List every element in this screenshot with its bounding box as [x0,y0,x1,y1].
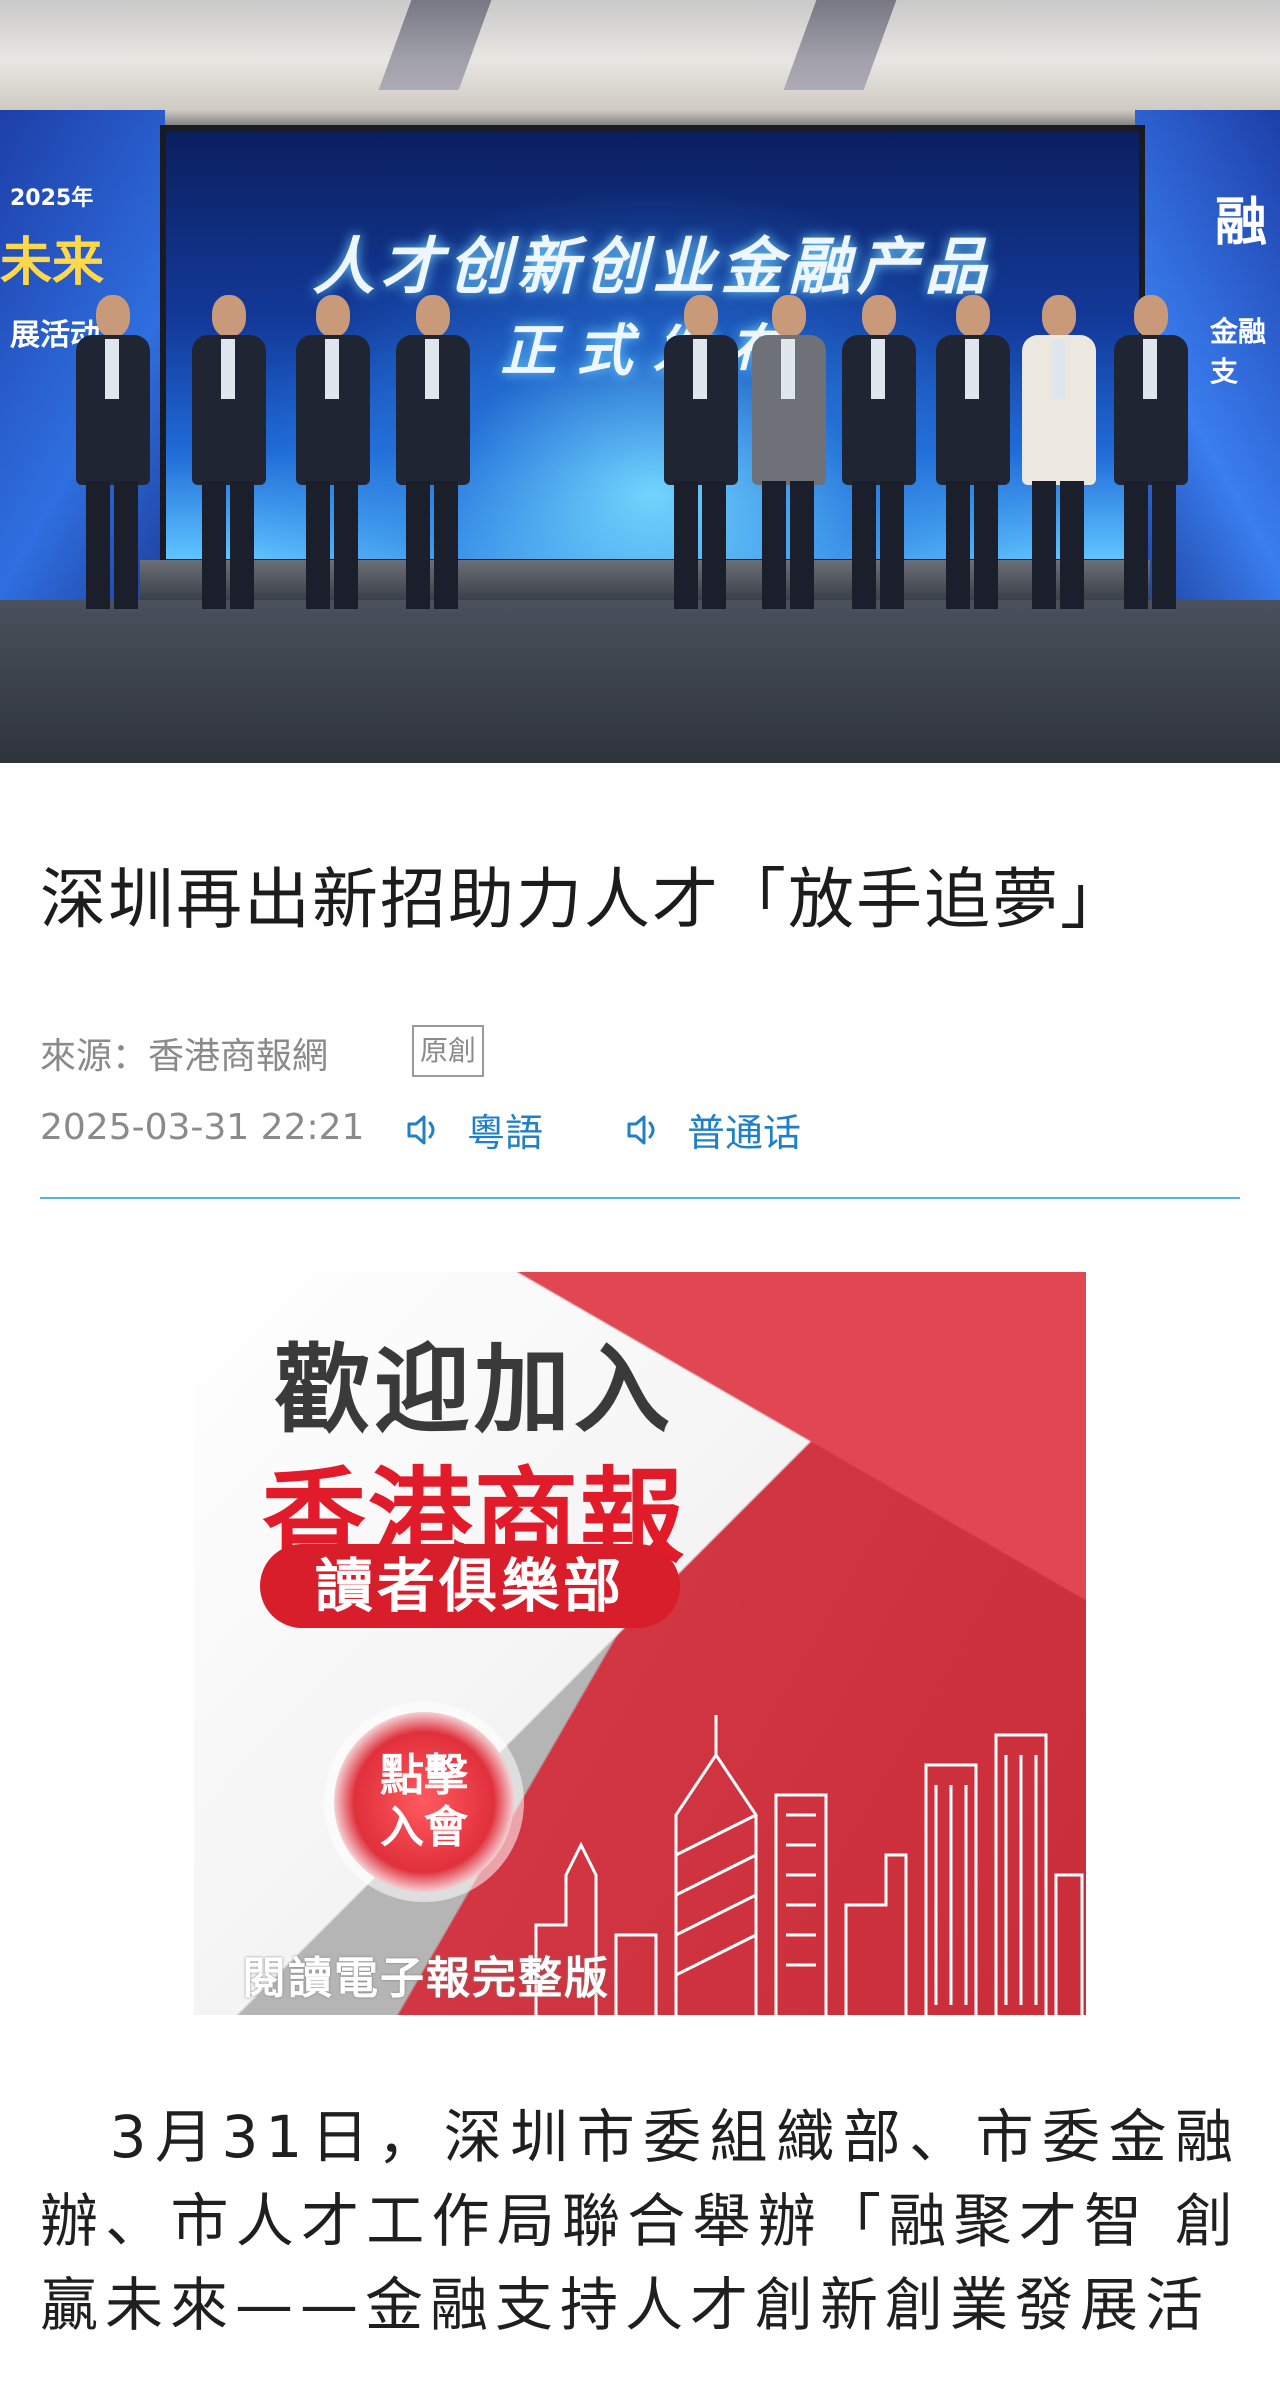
person [292,295,372,615]
ceiling-light [378,0,492,90]
join-label-line2: 入會 [380,1802,468,1853]
article-title: 深圳再出新招助力人才「放手追夢」 [40,861,1128,938]
person [188,295,268,615]
person [748,295,828,615]
banner-ebook-link[interactable]: 閱讀電子報完整版 [242,1942,610,2006]
speaker-icon [627,1115,655,1144]
banner-welcome-text: 歡迎加入 [274,1334,674,1446]
join-button[interactable]: 點擊 入會 [334,1712,514,1892]
article-source: 來源：香港商報網 [40,1036,329,1077]
original-badge: 原創 [412,1025,484,1077]
right-backdrop-text: 融 [1215,193,1268,253]
person [932,295,1012,615]
ceiling-light [783,0,897,90]
left-backdrop-text: 未来 [0,233,105,293]
audio-cantonese-label: 粵語 [467,1111,544,1155]
left-backdrop-small: 2025年 [10,186,94,211]
screen-headline: 人才创新创业金融产品 [312,230,993,303]
meta-divider [40,1197,1240,1199]
banner-club-pill: 讀者俱樂部 [260,1544,680,1628]
audio-cantonese-button[interactable]: 粵語 [405,1102,543,1157]
floor [0,600,1280,763]
speaker-icon [407,1115,435,1144]
right-backdrop-sub: 金融支 [1210,315,1267,388]
audio-mandarin-button[interactable]: 普通话 [625,1102,801,1157]
person [72,295,152,615]
person [1110,295,1190,615]
person [660,295,740,615]
hero-photo: 2025年 未来 展活动 融 金融支 人才创新创业金融产品 正式发布 [0,0,1280,763]
article-datetime: 2025-03-31 22:21 [40,1107,365,1148]
article-body: 3月31日，深圳市委組織部、市委金融辦、市人才工作局聯合舉辦「融聚才智 創贏未來… [40,2103,1240,2339]
person [1018,295,1098,615]
person [838,295,918,615]
audio-mandarin-label: 普通话 [687,1111,802,1155]
person [392,295,472,615]
join-label-line1: 點擊 [380,1750,468,1801]
reader-club-banner[interactable]: 歡迎加入 香港商報 讀者俱樂部 點擊 入會 閱讀電子報完整版 [194,1272,1086,2015]
city-skyline-graphic [534,1715,1084,2015]
